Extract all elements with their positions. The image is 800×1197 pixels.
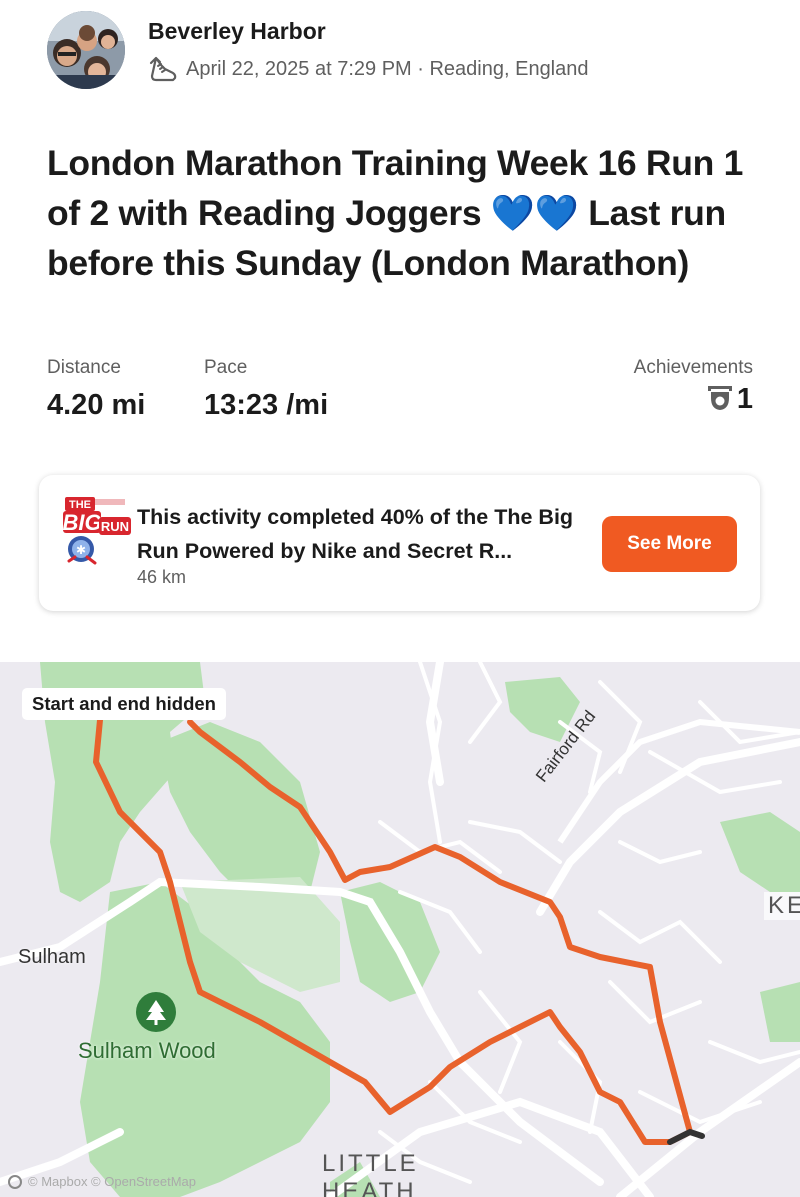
activity-location: Reading, England [429,57,589,80]
meta-separator: · [411,57,430,80]
challenge-card[interactable]: THE BIG RUN ✱ This activity completed 40… [39,475,760,611]
running-shoe-icon [149,56,177,82]
svg-text:BIG: BIG [62,510,101,535]
place-label-heath: HEATH [322,1178,417,1197]
activity-date: April 22, 2025 at 7:29 PM [186,57,412,80]
map-attribution-text: © Mapbox © OpenStreetMap [28,1174,197,1189]
stat-distance: Distance 4.20 mi [47,357,145,422]
stat-achievements[interactable]: Achievements 1 [634,357,753,416]
mapbox-logo-icon [8,1174,22,1189]
stat-achievements-value: 1 [736,383,753,415]
activity-title: London Marathon Training Week 16 Run 1 o… [47,143,744,283]
place-label-ke: KE [764,892,800,920]
stat-distance-value: 4.20 mi [47,389,146,421]
svg-text:✱: ✱ [76,543,86,557]
svg-text:RUN: RUN [101,519,129,534]
stat-pace: Pace 13:23 /mi [204,357,328,422]
stat-pace-label: Pace [204,357,248,378]
challenge-text: This activity completed 40% of the The B… [137,505,574,563]
start-end-hidden-label: Start and end hidden [22,688,226,720]
athlete-avatar[interactable] [47,11,125,89]
map-canvas [0,662,800,1197]
route-map[interactable]: Start and end hidden Fairford Rd Sulham … [0,662,800,1197]
map-attribution[interactable]: © Mapbox © OpenStreetMap [8,1174,196,1189]
activity-meta: April 22, 2025 at 7:29 PM · Reading, Eng… [148,55,589,83]
stat-achievements-label: Achievements [633,357,753,378]
stat-pace-value: 13:23 /mi [204,389,329,421]
trophy-icon [707,385,732,410]
athlete-name[interactable]: Beverley Harbor [148,18,326,45]
challenge-distance: 46 km [137,567,187,587]
big-run-badge-icon: THE BIG RUN ✱ [62,497,131,565]
activity-header: Beverley Harbor April 22, 2025 at 7:29 P… [0,0,800,110]
see-more-button[interactable]: See More [602,516,737,572]
place-label-sulham: Sulham [18,946,86,968]
place-label-sulham-wood: Sulham Wood [78,1038,216,1063]
tree-icon [136,992,176,1032]
place-label-little: LITTLE [322,1150,419,1177]
stat-distance-label: Distance [47,357,121,378]
